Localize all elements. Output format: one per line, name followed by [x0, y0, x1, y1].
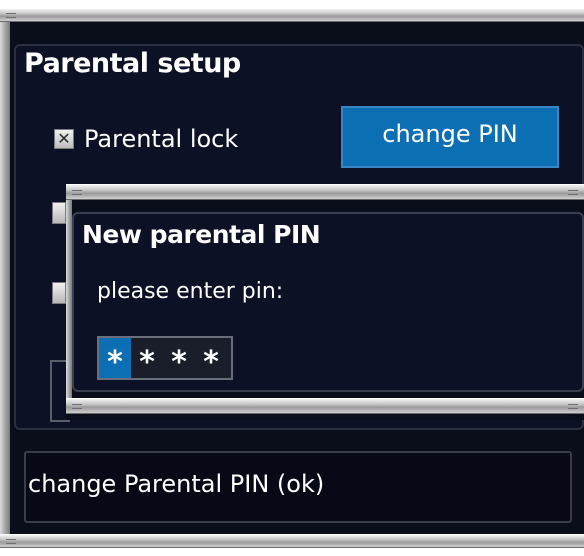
main-dialog-top-bar: [0, 8, 584, 22]
pin-input[interactable]: * * * *: [97, 336, 233, 380]
main-dialog-bottom-bar: [0, 534, 584, 548]
grip-icon: [72, 404, 82, 409]
change-pin-button[interactable]: change PIN: [341, 106, 559, 168]
parental-lock-row[interactable]: ✕ Parental lock: [54, 123, 238, 155]
main-dialog-left-edge: [0, 22, 10, 540]
pin-dialog-bottom-bar: [66, 398, 584, 414]
checkbox-check-icon: ✕: [57, 129, 71, 148]
pin-digit[interactable]: *: [163, 338, 195, 380]
pin-dialog-title: New parental PIN: [82, 220, 321, 249]
pin-digit[interactable]: *: [131, 338, 163, 380]
hidden-checkbox[interactable]: [52, 202, 66, 224]
screen: Parental setup ✕ Parental lock change PI…: [0, 0, 584, 556]
grip-icon: [568, 190, 578, 195]
hidden-checkbox[interactable]: [52, 282, 66, 304]
main-dialog-title: Parental setup: [24, 48, 241, 79]
pin-digit[interactable]: *: [195, 338, 227, 380]
grip-icon: [6, 13, 16, 18]
grip-icon: [6, 539, 16, 544]
pin-digit[interactable]: *: [99, 338, 131, 380]
grip-icon: [568, 404, 578, 409]
grip-icon: [72, 190, 82, 195]
parental-lock-checkbox[interactable]: ✕: [54, 129, 74, 149]
status-text: change Parental PIN (ok): [28, 470, 325, 498]
pin-dialog-top-bar: [66, 184, 584, 200]
parental-lock-label: Parental lock: [84, 125, 239, 153]
pin-prompt-label: please enter pin:: [97, 279, 284, 304]
